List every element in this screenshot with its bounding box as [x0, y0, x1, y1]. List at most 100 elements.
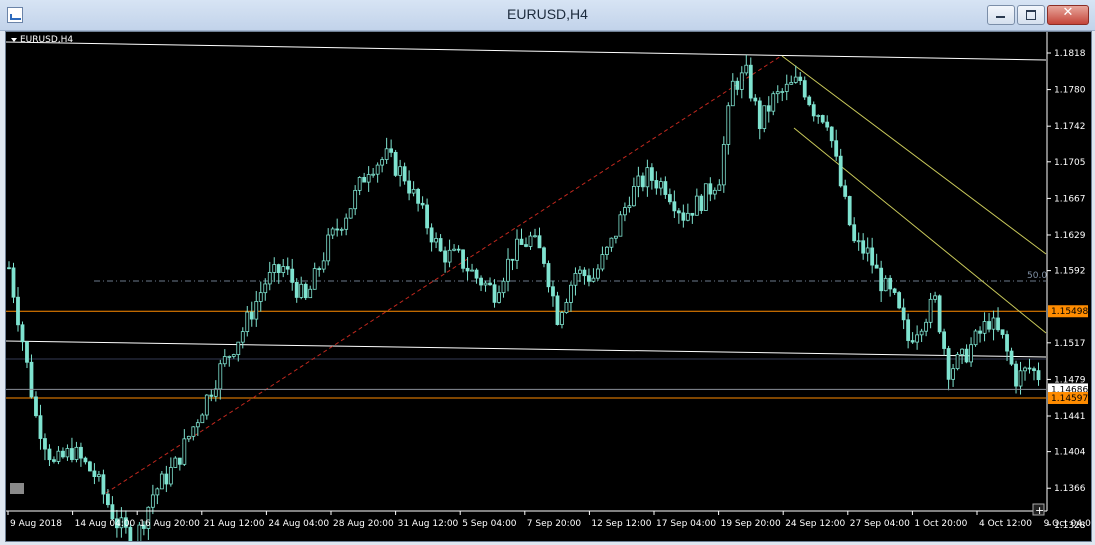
channel-upper-line[interactable] [781, 55, 1047, 255]
price-tick-label: 1.1818 [1054, 49, 1086, 59]
candle-body [946, 348, 951, 380]
candle-body [757, 100, 762, 129]
candle-body [470, 269, 474, 272]
candle-body [807, 96, 812, 106]
candle-body [362, 176, 367, 183]
candle-body [407, 180, 412, 194]
candle-body [344, 217, 349, 230]
candle-body [353, 189, 358, 210]
chart-area[interactable]: 50.0 1.1818 1.1780 1.1742 1.1705 1.1667 1.1629… [5, 31, 1092, 542]
candle-body [964, 348, 969, 363]
candle-body [186, 435, 191, 440]
minimize-button[interactable] [987, 5, 1015, 25]
candle-body [735, 80, 740, 90]
candle-body [897, 292, 902, 309]
time-tick-label: 27 Sep 04:00 [850, 519, 910, 529]
candle-body [933, 295, 938, 300]
red-dashed-trendline[interactable] [105, 55, 782, 494]
candle-body [447, 249, 452, 263]
trendline-upper[interactable] [6, 41, 1047, 61]
candle-body [366, 174, 371, 183]
candle-body [429, 227, 434, 243]
candle-body [533, 235, 537, 238]
window-controls: ✕ [987, 5, 1089, 25]
candle-body [676, 210, 681, 214]
candle-body [703, 183, 708, 211]
candle-body [681, 212, 686, 221]
time-tick-label: 7 Sep 20:00 [527, 519, 582, 529]
candle-body [1027, 367, 1032, 370]
candle-body [870, 247, 875, 266]
time-tick-label: 1 Oct 20:00 [914, 519, 967, 529]
candle-body [263, 283, 268, 294]
candle-body [218, 363, 223, 390]
candle-body [88, 461, 92, 472]
candle-body [177, 457, 182, 465]
candle-body [479, 277, 483, 286]
candle-body [865, 247, 870, 254]
candle-body [928, 298, 933, 323]
trendline-lower[interactable] [6, 340, 1047, 358]
candle-body [483, 282, 488, 286]
candle-body [717, 184, 722, 191]
chart-menu-triangle-icon[interactable] [11, 38, 17, 42]
candle-body [573, 272, 578, 286]
candle-body [739, 72, 744, 90]
candle-body [308, 288, 313, 299]
candle-body [330, 228, 335, 236]
candle-body [56, 450, 61, 462]
candle-body [879, 267, 884, 292]
candle-body [474, 269, 479, 279]
time-tick-label: 31 Aug 12:00 [398, 519, 459, 529]
candle-body [168, 467, 173, 485]
candle-body [182, 438, 187, 465]
candle-body [200, 414, 205, 424]
symbol-label: EURUSD,H4 [20, 35, 73, 45]
candle-body [793, 76, 798, 83]
chart-scroll-marker[interactable] [10, 483, 24, 494]
candle-body [416, 188, 421, 204]
maximize-button[interactable] [1017, 5, 1045, 25]
close-button[interactable]: ✕ [1047, 5, 1089, 25]
candle-body [443, 250, 447, 263]
candle-body [173, 457, 178, 468]
channel-lower-line[interactable] [793, 127, 1047, 334]
time-tick-label: 9 Oct 04:00 [1044, 519, 1091, 529]
candle-body [780, 91, 785, 93]
candle-body [326, 234, 331, 262]
candle-body [991, 317, 996, 330]
plus-icon: + [1035, 504, 1044, 517]
candle-body [996, 317, 1000, 331]
candle-body [393, 151, 398, 176]
price-chart[interactable]: 50.0 1.1818 1.1780 1.1742 1.1705 1.1667 1.1629… [6, 32, 1091, 541]
candle-body [820, 115, 825, 123]
candle-body [7, 267, 11, 270]
candle-body [1000, 329, 1005, 335]
candle-body [596, 268, 600, 279]
price-tick-label: 1.1667 [1054, 194, 1086, 204]
price-tick-label: 1.1705 [1054, 158, 1086, 168]
candle-body [649, 167, 654, 181]
candle-body [816, 115, 821, 117]
candle-body [25, 341, 29, 363]
candle-body [569, 284, 573, 303]
time-tick-label: 17 Sep 04:00 [656, 519, 716, 529]
candle-body [744, 64, 749, 74]
time-tick-label: 4 Oct 12:00 [979, 519, 1032, 529]
candle-body [667, 194, 672, 203]
candle-body [524, 244, 528, 247]
candle-body [672, 201, 677, 212]
level-price-label: 1.15498 [1051, 307, 1088, 317]
candle-body [712, 189, 717, 195]
candle-body [838, 155, 843, 187]
candle-body [290, 268, 295, 283]
price-tick-label: 1.1742 [1054, 122, 1086, 132]
candle-body [65, 448, 70, 458]
candle-body [425, 204, 429, 229]
candle-body [101, 474, 106, 495]
time-tick-label: 16 Aug 20:00 [139, 519, 200, 529]
candle-body [155, 488, 160, 496]
candle-body [937, 295, 942, 333]
candle-body [1036, 370, 1041, 381]
candle-body [748, 64, 753, 99]
